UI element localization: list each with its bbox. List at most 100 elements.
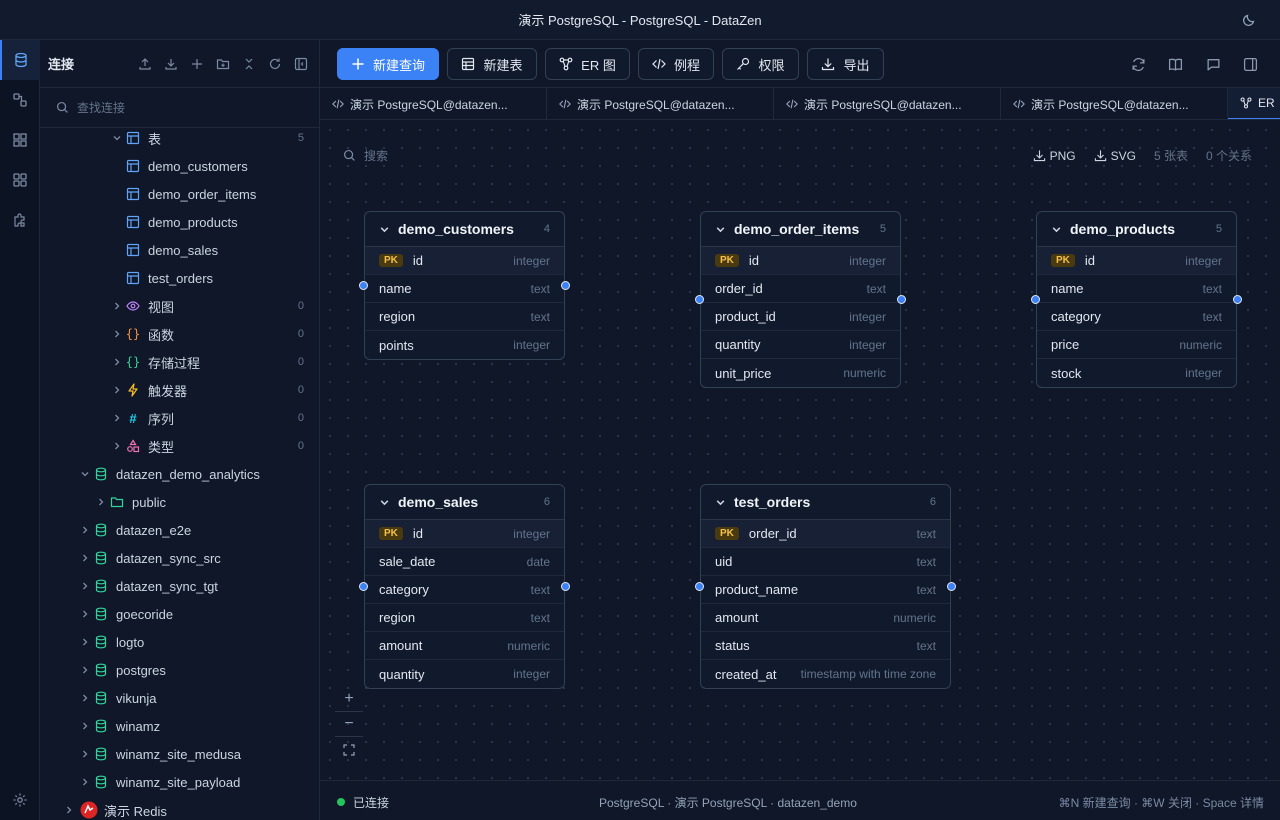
tree-table-demo-products[interactable]: demo_products (40, 208, 319, 236)
book-icon[interactable] (1165, 54, 1185, 74)
er-column-row[interactable]: name text (365, 275, 564, 303)
er-column-row[interactable]: PK order_id text (701, 520, 950, 548)
er-column-row[interactable]: uid text (701, 548, 950, 576)
er-diagram-button[interactable]: ER 图 (545, 48, 630, 80)
connection-handle[interactable] (359, 582, 368, 591)
er-column-row[interactable]: name text (1037, 275, 1236, 303)
er-column-row[interactable]: points integer (365, 331, 564, 359)
er-column-row[interactable]: region text (365, 604, 564, 632)
tree-db-datazen-demo-analytics[interactable]: datazen_demo_analytics (40, 460, 319, 488)
er-canvas[interactable]: 搜索 PNG SVG 5 张表 0 个关系 demo_customers 4 PK i… (321, 121, 1280, 780)
er-column-row[interactable]: product_id integer (701, 303, 900, 331)
er-column-row[interactable]: region text (365, 303, 564, 331)
er-table-card[interactable]: test_orders 6 PK order_id text uid text product… (700, 484, 951, 689)
tree-table-demo-sales[interactable]: demo_sales (40, 236, 319, 264)
er-table-header[interactable]: test_orders 6 (701, 485, 950, 520)
connection-handle[interactable] (897, 295, 906, 304)
tree-schema-public[interactable]: public (40, 488, 319, 516)
refresh-icon[interactable] (1128, 54, 1148, 74)
tree-db-winamz[interactable]: winamz (40, 712, 319, 740)
er-column-row[interactable]: price numeric (1037, 331, 1236, 359)
er-column-row[interactable]: created_at timestamp with time zone (701, 660, 950, 688)
er-column-row[interactable]: stock integer (1037, 359, 1236, 387)
tree-sequences-group[interactable]: # 序列 0 (40, 404, 319, 432)
er-table-card[interactable]: demo_products 5 PK id integer name text categor… (1036, 211, 1237, 388)
connection-handle[interactable] (359, 281, 368, 290)
tab-query-3[interactable]: 演示 PostgreSQL@datazen... (774, 88, 1001, 119)
connection-handle[interactable] (561, 582, 570, 591)
connection-handle[interactable] (561, 281, 570, 290)
connection-handle[interactable] (1031, 295, 1040, 304)
diagram-icon[interactable] (0, 80, 40, 120)
download-icon[interactable] (161, 54, 181, 74)
connection-handle[interactable] (1233, 295, 1242, 304)
er-table-header[interactable]: demo_products 5 (1037, 212, 1236, 247)
connection-handle[interactable] (695, 582, 704, 591)
upload-icon[interactable] (135, 54, 155, 74)
connection-handle[interactable] (695, 295, 704, 304)
er-column-row[interactable]: product_name text (701, 576, 950, 604)
er-column-row[interactable]: category text (365, 576, 564, 604)
export-button[interactable]: 导出 (807, 48, 884, 80)
er-column-row[interactable]: order_id text (701, 275, 900, 303)
zoom-in-icon[interactable]: + (335, 687, 363, 712)
refresh-icon[interactable] (265, 54, 285, 74)
tree-triggers-group[interactable]: 触发器 0 (40, 376, 319, 404)
er-column-row[interactable]: amount numeric (365, 632, 564, 660)
new-folder-icon[interactable] (213, 54, 233, 74)
tree-db-postgres[interactable]: postgres (40, 656, 319, 684)
er-column-row[interactable]: sale_date date (365, 548, 564, 576)
tab-query-1[interactable]: 演示 PostgreSQL@datazen... (320, 88, 547, 119)
er-column-row[interactable]: unit_price numeric (701, 359, 900, 387)
er-table-header[interactable]: demo_sales 6 (365, 485, 564, 520)
tree-views-group[interactable]: 视图 0 (40, 292, 319, 320)
tree-db-datazen-sync-src[interactable]: datazen_sync_src (40, 544, 319, 572)
er-column-row[interactable]: status text (701, 632, 950, 660)
er-search-input[interactable]: 搜索 (364, 147, 388, 164)
er-column-row[interactable]: PK id integer (1037, 247, 1236, 275)
tree-db-datazen-sync-tgt[interactable]: datazen_sync_tgt (40, 572, 319, 600)
theme-moon-icon[interactable] (1242, 11, 1258, 27)
new-query-button[interactable]: 新建查询 (337, 48, 439, 80)
er-column-row[interactable]: quantity integer (701, 331, 900, 359)
er-column-row[interactable]: PK id integer (365, 520, 564, 548)
connection-search[interactable]: 查找连接 (40, 88, 319, 128)
toggle-panel-icon[interactable] (291, 54, 311, 74)
apps-icon[interactable] (0, 160, 40, 200)
er-column-row[interactable]: amount numeric (701, 604, 950, 632)
er-table-header[interactable]: demo_order_items 5 (701, 212, 900, 247)
er-search[interactable]: 搜索 (343, 147, 388, 164)
tab-query-4[interactable]: 演示 PostgreSQL@datazen... (1001, 88, 1228, 119)
er-table-card[interactable]: demo_customers 4 PK id integer name text region… (364, 211, 565, 360)
tree-procedures-group[interactable]: {} 存储过程 0 (40, 348, 319, 376)
new-table-button[interactable]: 新建表 (447, 48, 537, 80)
er-table-header[interactable]: demo_customers 4 (365, 212, 564, 247)
tree-db-goecoride[interactable]: goecoride (40, 600, 319, 628)
comment-icon[interactable] (1203, 54, 1223, 74)
tree-functions-group[interactable]: {} 函数 0 (40, 320, 319, 348)
tree-db-datazen-e2e[interactable]: datazen_e2e (40, 516, 319, 544)
tree-db-winamz-site-payload[interactable]: winamz_site_payload (40, 768, 319, 796)
tree-db-winamz-site-medusa[interactable]: winamz_site_medusa (40, 740, 319, 768)
collapse-all-icon[interactable] (239, 54, 259, 74)
tree-tables-group[interactable]: 表 5 (40, 124, 319, 152)
er-column-row[interactable]: quantity integer (365, 660, 564, 688)
fit-view-icon[interactable] (335, 737, 363, 762)
tab-er[interactable]: ER (1228, 88, 1280, 119)
er-column-row[interactable]: category text (1037, 303, 1236, 331)
er-column-row[interactable]: PK id integer (701, 247, 900, 275)
export-svg-button[interactable]: SVG (1094, 149, 1136, 163)
tree-table-demo-customers[interactable]: demo_customers (40, 152, 319, 180)
er-table-card[interactable]: demo_order_items 5 PK id integer order_id text… (700, 211, 901, 388)
tree-conn-redis[interactable]: 演示 Redis (40, 796, 319, 820)
grid-icon[interactable] (0, 120, 40, 160)
settings-gear-icon[interactable] (0, 780, 40, 820)
tree-table-test-orders[interactable]: test_orders (40, 264, 319, 292)
tree-db-vikunja[interactable]: vikunja (40, 684, 319, 712)
tab-query-2[interactable]: 演示 PostgreSQL@datazen... (547, 88, 774, 119)
zoom-out-icon[interactable]: − (335, 712, 363, 737)
er-column-row[interactable]: PK id integer (365, 247, 564, 275)
routine-button[interactable]: 例程 (638, 48, 714, 80)
tree-table-demo-order-items[interactable]: demo_order_items (40, 180, 319, 208)
connection-search-input[interactable]: 查找连接 (77, 99, 125, 116)
